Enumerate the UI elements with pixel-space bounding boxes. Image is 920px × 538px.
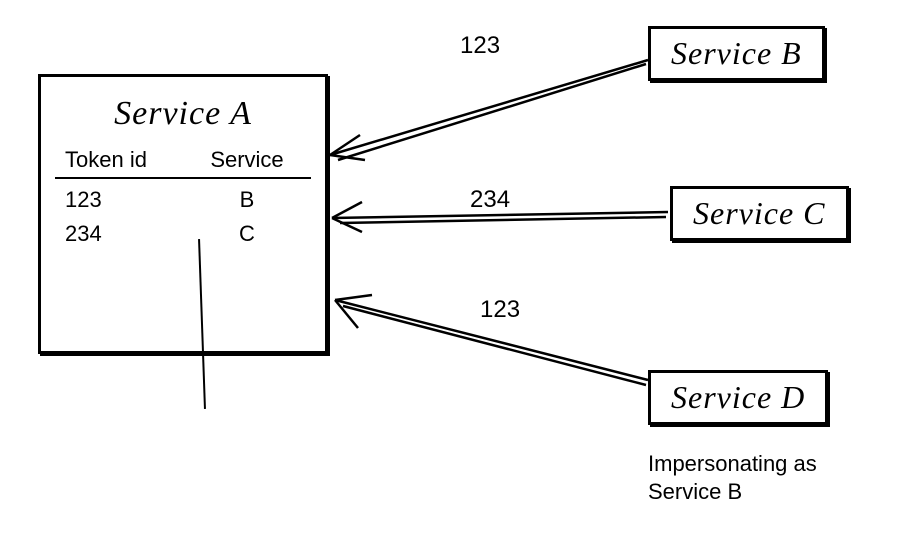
table-vertical-rule [198,239,206,409]
service-d-box: Service D [648,370,828,425]
service-b-box: Service B [648,26,825,81]
table-header: Token id Service [55,147,311,179]
impersonation-note: Impersonating as Service B [648,450,868,505]
arrow-b-to-a [330,60,648,160]
cell-service: B [183,187,311,213]
table-row: 123 B [55,179,311,213]
table-row: 234 C [55,213,311,247]
cell-token-id: 234 [55,221,183,247]
service-c-box: Service C [670,186,849,241]
arrow-label-d: 123 [480,296,520,324]
cell-service: C [183,221,311,247]
col-header-token-id: Token id [55,147,183,173]
arrow-label-b: 123 [460,32,500,60]
service-a-title: Service A [55,95,311,133]
service-a-box: Service A Token id Service 123 B 234 C [38,74,328,354]
arrow-label-c: 234 [470,186,510,214]
col-header-service: Service [183,147,311,173]
token-table: Token id Service 123 B 234 C [55,147,311,247]
cell-token-id: 123 [55,187,183,213]
